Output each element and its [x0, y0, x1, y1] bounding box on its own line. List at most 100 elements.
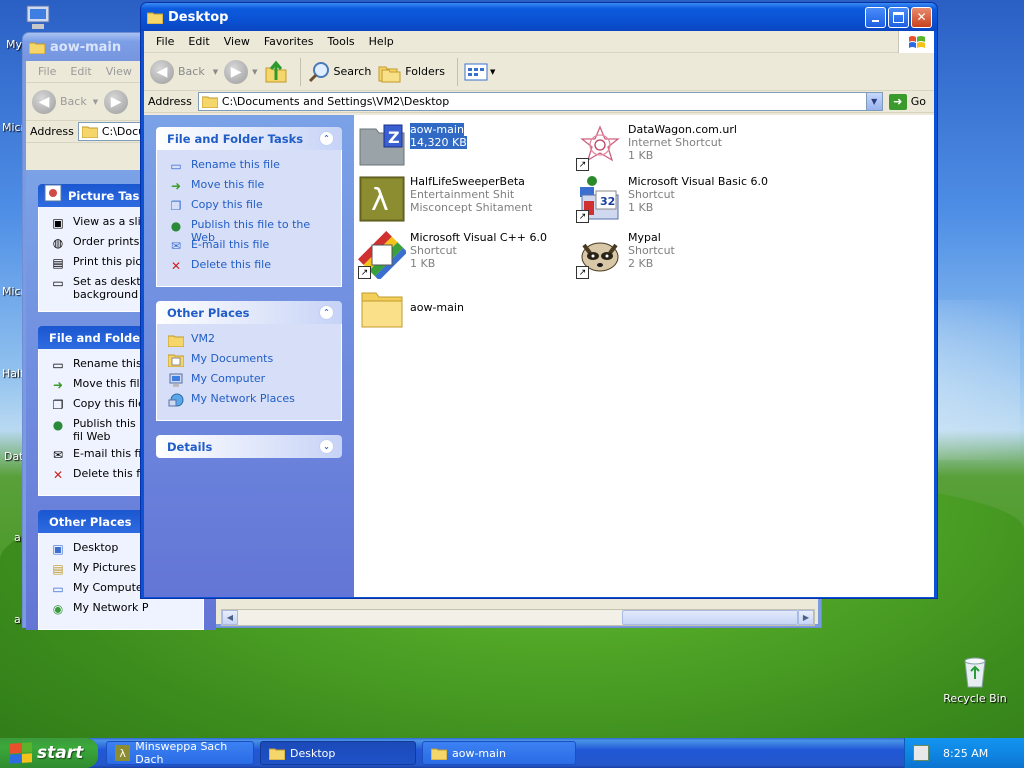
panel-title: Other Places — [49, 514, 132, 529]
panel-body: VM2 My Documents My Computer My Network … — [156, 324, 342, 421]
scroll-left-icon[interactable]: ◀ — [222, 610, 238, 625]
forward-button[interactable]: ▶ ▼ — [224, 59, 258, 84]
place-my-documents[interactable]: My Documents — [168, 352, 333, 372]
back-dropdown-icon[interactable]: ▼ — [213, 68, 218, 76]
recycle-bin[interactable]: Recycle Bin — [940, 655, 1010, 705]
task-label: Order prints o — [73, 235, 150, 248]
menu-favorites[interactable]: Favorites — [257, 33, 321, 50]
place-label: VM2 — [191, 332, 216, 345]
svg-text:Z: Z — [388, 128, 400, 147]
lambda-icon: λ — [115, 745, 131, 761]
file-item-visual-basic[interactable]: 32 ↗ Microsoft Visual Basic 6.0 Shortcut… — [576, 175, 786, 223]
globe-icon: ● — [52, 418, 64, 432]
place-label: My Computer — [73, 581, 148, 594]
address-bar: Address C:\Documents and Settings\VM2\De… — [144, 91, 934, 113]
task-label: Rename this f — [73, 357, 150, 370]
start-button[interactable]: start — [0, 738, 98, 768]
slideshow-icon: ▣ — [52, 216, 64, 230]
collapse-chevron-icon[interactable]: ⌃ — [319, 131, 334, 146]
taskbar-button-desktop[interactable]: Desktop — [260, 741, 416, 765]
scroll-thumb[interactable] — [622, 610, 798, 625]
desktop-label[interactable]: My — [6, 38, 22, 51]
place-network[interactable]: My Network Places — [168, 392, 333, 412]
panel-header[interactable]: File and Folder Tasks ⌃ — [156, 127, 342, 150]
back-button[interactable]: ◀ Back ▼ — [150, 59, 218, 84]
close-button[interactable]: ✕ — [911, 6, 932, 28]
horizontal-scrollbar[interactable]: ◀ ▶ — [221, 609, 815, 626]
folders-button[interactable]: Folders — [377, 61, 445, 83]
go-button[interactable]: ➜ Go — [888, 93, 926, 110]
desktop-label[interactable]: Half — [2, 367, 24, 380]
task-label: Copy this file — [191, 198, 263, 211]
file-item-halflifesweeperbeta[interactable]: λ HalfLifeSweeperBeta Entertainment Shit… — [358, 175, 568, 223]
email-icon: ✉ — [52, 448, 64, 462]
menu-view[interactable]: View — [99, 63, 139, 80]
task-copy[interactable]: ❐ Copy this file — [168, 198, 333, 218]
shortcut-arrow-icon: ↗ — [576, 266, 589, 279]
task-rename[interactable]: ▭ Rename this file — [168, 158, 333, 178]
visual-basic-icon: 32 ↗ — [576, 175, 624, 223]
address-dropdown-icon[interactable]: ▼ — [865, 93, 882, 110]
folder-icon — [358, 285, 406, 333]
search-button[interactable]: Search — [307, 60, 371, 84]
file-list[interactable]: Z aow-main 14,320 KB ↗ DataWagon.com.url — [354, 115, 934, 597]
views-button[interactable]: ▼ — [464, 62, 495, 82]
menu-file[interactable]: File — [31, 63, 63, 80]
collapse-chevron-icon[interactable]: ⌃ — [319, 305, 334, 320]
desktop-background-icon: ▭ — [52, 276, 64, 290]
maximize-button[interactable] — [888, 6, 909, 28]
menu-tools[interactable]: Tools — [321, 33, 362, 50]
forward-dropdown-icon[interactable]: ▼ — [252, 68, 257, 76]
desktop-icon-my-computer[interactable] — [22, 4, 54, 32]
panel-header[interactable]: Details ⌄ — [156, 435, 342, 458]
up-folder-button[interactable] — [264, 60, 288, 84]
file-size: 1 KB — [410, 257, 436, 270]
address-field[interactable]: C:\Documents and Settings\VM2\Desktop ▼ — [197, 92, 883, 111]
panel-title: File and Folder Tasks — [167, 131, 304, 146]
place-network[interactable]: ◉ My Network P — [50, 601, 195, 621]
taskbar-button-aow-main[interactable]: aow-main — [422, 741, 576, 765]
place-vm2[interactable]: VM2 — [168, 332, 333, 352]
address-value: C:\Docu — [101, 125, 146, 138]
file-item-visual-cpp[interactable]: ↗ Microsoft Visual C++ 6.0 Shortcut 1 KB — [357, 230, 568, 281]
menu-view[interactable]: View — [217, 33, 257, 50]
taskbar-button-minsweppa[interactable]: λ Minsweppa Sach Dach — [106, 740, 254, 766]
my-documents-icon — [168, 352, 184, 368]
recycle-bin-icon — [964, 657, 986, 688]
menu-edit[interactable]: Edit — [63, 63, 98, 80]
folders-label: Folders — [405, 65, 446, 78]
file-type: Shortcut — [410, 244, 457, 257]
forward-arrow-icon[interactable]: ▶ — [104, 89, 129, 114]
task-publish[interactable]: ● Publish this file to the Web — [168, 218, 333, 244]
close-icon: ✕ — [916, 10, 927, 24]
desktop-label[interactable]: a — [14, 531, 21, 544]
network-tray-icon[interactable] — [913, 745, 929, 761]
file-item-aow-main-zip[interactable]: Z aow-main 14,320 KB — [358, 123, 568, 171]
place-label: My Computer — [191, 372, 266, 385]
clock[interactable]: 8:25 AM — [943, 747, 988, 760]
minimize-button[interactable] — [865, 6, 886, 28]
menu-help[interactable]: Help — [362, 33, 401, 50]
menu-edit[interactable]: Edit — [181, 33, 216, 50]
desktop-label[interactable]: Dat — [4, 450, 24, 463]
place-my-computer[interactable]: My Computer — [168, 372, 333, 392]
task-label: Move this file — [73, 377, 147, 390]
file-item-datawagon[interactable]: ↗ DataWagon.com.url Internet Shortcut 1 … — [576, 123, 786, 171]
menubar: File Edit View Favorites Tools Help — [144, 30, 934, 53]
window-desktop[interactable]: Desktop ✕ File Edit View Favorites Tools… — [140, 2, 938, 599]
back-button[interactable]: ◀ Back ▼ — [32, 89, 98, 114]
views-dropdown-icon[interactable]: ▼ — [490, 68, 495, 76]
shortcut-arrow-icon: ↗ — [358, 266, 371, 279]
task-delete[interactable]: ✕ Delete this file — [168, 258, 333, 278]
scroll-right-icon[interactable]: ▶ — [798, 610, 814, 625]
panel-header[interactable]: Other Places ⌃ — [156, 301, 342, 324]
file-type: Internet Shortcut — [628, 136, 723, 149]
file-item-mypal[interactable]: ↗ Mypal Shortcut 2 KB — [576, 231, 786, 279]
expand-chevron-icon[interactable]: ⌄ — [319, 439, 334, 454]
task-label: Move this file — [191, 178, 265, 191]
file-item-aow-main-folder[interactable]: aow-main — [358, 285, 568, 333]
desktop-label[interactable]: a — [14, 613, 21, 626]
task-move[interactable]: ➜ Move this file — [168, 178, 333, 198]
menu-file[interactable]: File — [149, 33, 181, 50]
titlebar[interactable]: Desktop ✕ — [141, 3, 937, 31]
